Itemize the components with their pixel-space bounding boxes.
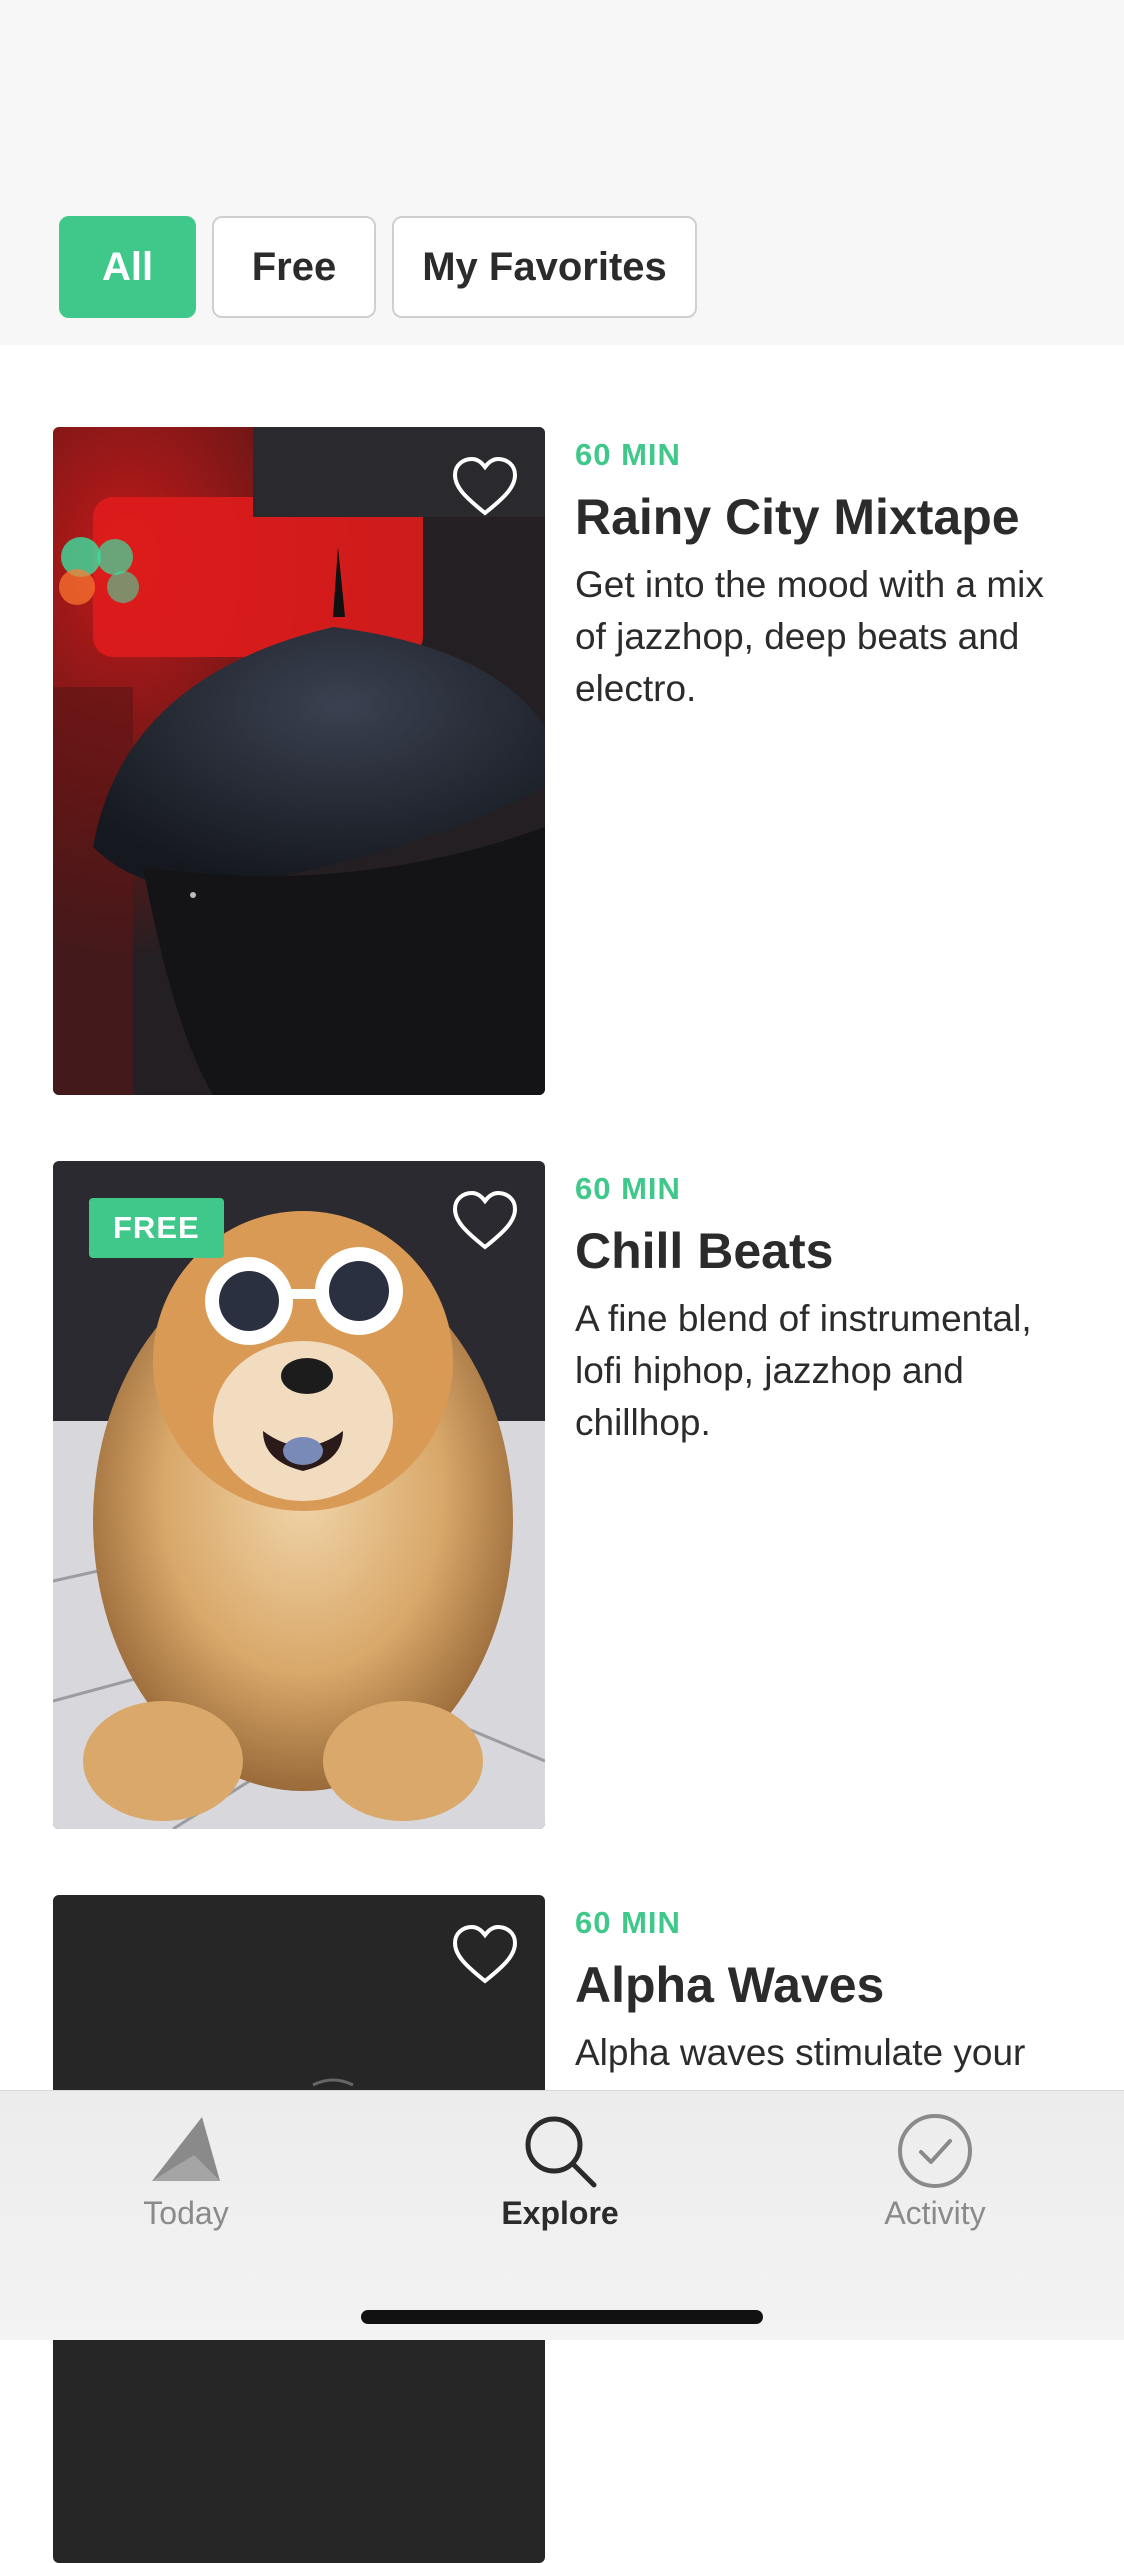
duration-label: 60 MIN [575, 1171, 681, 1206]
tab-explore-label: Explore [501, 2195, 619, 2231]
bottom-tab-bar: Today Explore Activity [0, 2090, 1124, 2340]
dog-photo [53, 1161, 545, 1829]
playlist-thumbnail[interactable] [53, 427, 545, 1095]
tab-activity-label: Activity [884, 2195, 986, 2231]
playlist-title: Chill Beats [575, 1223, 834, 1279]
header-area: All Free My Favorites [0, 0, 1124, 345]
playlist-description: Alpha waves stimulate your [575, 2032, 1026, 2073]
playlist-title: Alpha Waves [575, 1957, 885, 2013]
heart-icon[interactable] [451, 1189, 519, 1253]
playlist-title: Rainy City Mixtape [575, 489, 1020, 545]
tab-activity[interactable]: Activity [825, 2109, 1045, 2232]
playlist-meta: 60 MIN Alpha Waves Alpha waves stimulate… [575, 1895, 1075, 2079]
playlist-description: A fine blend of instrumental, lofi hipho… [575, 1298, 1032, 1443]
tab-today[interactable]: Today [76, 2109, 296, 2232]
tab-today-label: Today [143, 2195, 229, 2231]
filter-favorites-button[interactable]: My Favorites [392, 216, 697, 318]
heart-icon[interactable] [451, 1923, 519, 1987]
duration-label: 60 MIN [575, 1905, 681, 1940]
playlist-thumbnail[interactable]: FREE [53, 1161, 545, 1829]
playlist-meta: 60 MIN Chill Beats A fine blend of instr… [575, 1161, 1075, 1449]
tab-explore[interactable]: Explore [450, 2109, 670, 2232]
filter-free-button[interactable]: Free [212, 216, 376, 318]
heart-icon[interactable] [451, 455, 519, 519]
duration-label: 60 MIN [575, 437, 681, 472]
filter-all-button[interactable]: All [59, 216, 196, 318]
umbrella-photo [53, 427, 545, 1095]
search-icon [525, 2116, 597, 2188]
home-indicator[interactable] [361, 2310, 763, 2324]
filter-chips: All Free My Favorites [59, 216, 697, 318]
playlist-description: Get into the mood with a mix of jazzhop,… [575, 564, 1044, 709]
playlist-meta: 60 MIN Rainy City Mixtape Get into the m… [575, 427, 1075, 715]
today-icon [152, 2117, 220, 2181]
check-circle-icon [898, 2114, 972, 2188]
free-badge: FREE [89, 1198, 224, 1258]
